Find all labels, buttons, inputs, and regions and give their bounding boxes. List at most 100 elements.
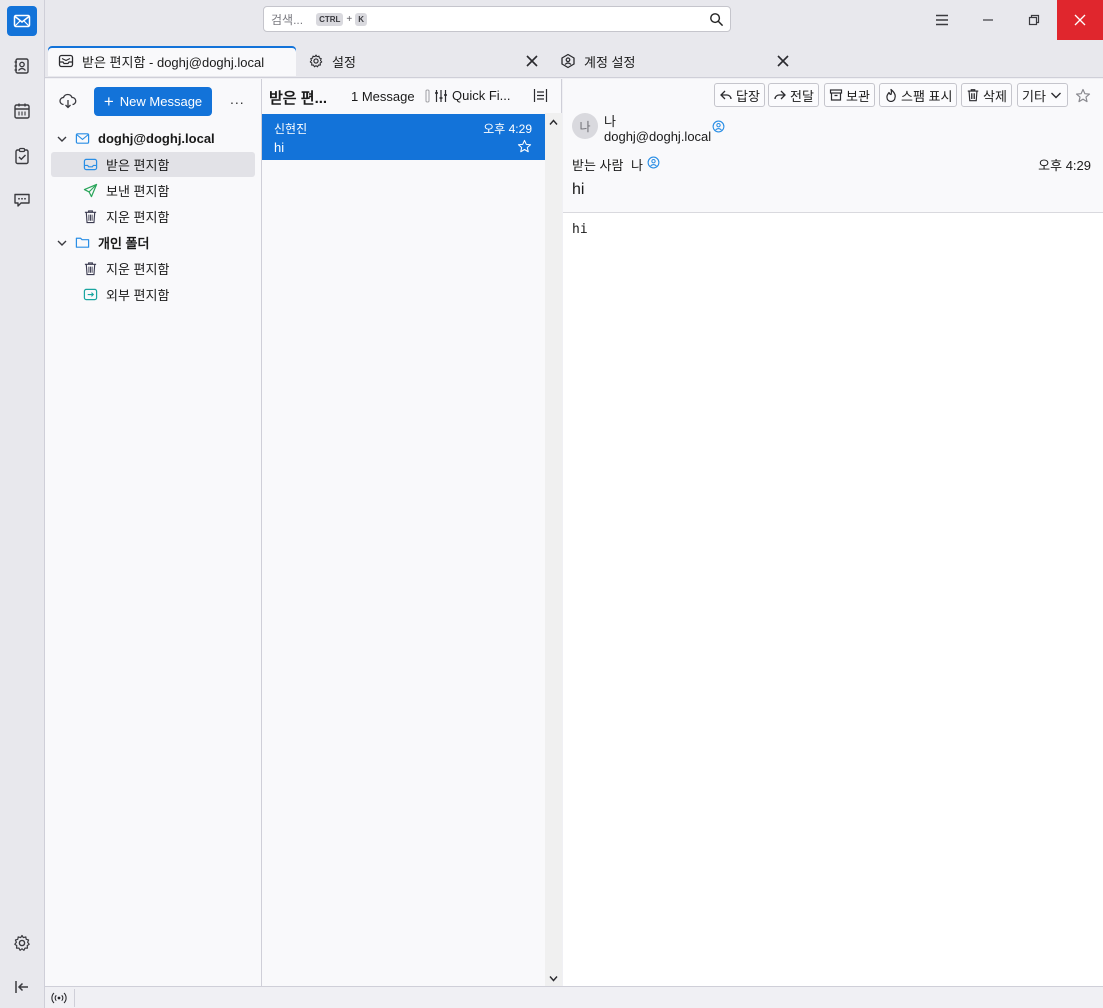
online-status-icon[interactable] (51, 991, 67, 1005)
folder-name: 받은 편... (269, 90, 328, 107)
more-button[interactable]: 기타 (1017, 83, 1068, 107)
address-book-icon[interactable] (7, 51, 37, 81)
k-key: K (355, 12, 368, 26)
message-body: hi (572, 222, 588, 237)
plus-sign: + (346, 13, 353, 25)
trash-icon (84, 210, 97, 224)
scroll-up-icon[interactable] (548, 117, 559, 128)
folder-pane-menu-button[interactable]: ... (230, 91, 245, 107)
folder-label: 지운 편지함 (106, 262, 170, 277)
contact-icon[interactable] (647, 156, 660, 169)
folder-sent[interactable]: 보낸 편지함 (51, 178, 255, 203)
chat-icon[interactable] (7, 185, 37, 215)
new-message-label: New Message (119, 94, 203, 109)
tab-account-settings[interactable]: 계정 설정 (550, 46, 798, 76)
archive-button[interactable]: 보관 (824, 83, 875, 107)
close-button[interactable] (1057, 0, 1103, 40)
quick-filter-button[interactable]: Quick Fi... (425, 88, 511, 103)
close-icon[interactable] (525, 54, 539, 68)
collapse-icon[interactable] (7, 972, 37, 1002)
star-icon[interactable] (1075, 88, 1091, 104)
folder-label: 보낸 편지함 (106, 184, 170, 199)
chevron-down-icon[interactable] (56, 133, 68, 145)
separator-icon (425, 89, 430, 102)
status-bar (45, 986, 1103, 1008)
new-message-button[interactable]: + New Message (94, 87, 212, 116)
thread-pane-header: 받은 편... 1 Message Quick Fi... (262, 79, 562, 113)
reply-label: 답장 (736, 88, 760, 104)
from-email[interactable]: doghj@doghj.local (604, 129, 711, 144)
tab-label: 설정 (332, 54, 356, 70)
tab-label: 계정 설정 (584, 54, 636, 70)
folder-label: 지운 편지함 (106, 210, 170, 225)
plus-icon: + (103, 91, 114, 111)
folder-local-trash[interactable]: 지운 편지함 (51, 256, 255, 281)
to-label: 받는 사람 (572, 158, 624, 173)
avatar: 나 (572, 113, 598, 139)
archive-icon (829, 89, 843, 101)
thread-scrollbar[interactable] (545, 113, 562, 986)
get-messages-icon[interactable] (59, 92, 77, 110)
inbox-icon (83, 158, 98, 171)
spaces-toolbar (0, 0, 45, 1008)
app-menu-button[interactable] (919, 0, 965, 40)
tab-inbox[interactable]: 받은 편지함 - doghj@doghj.local (48, 46, 296, 76)
send-icon (83, 183, 98, 198)
to-value[interactable]: 나 (631, 155, 643, 174)
reply-button[interactable]: 답장 (714, 83, 765, 107)
junk-button[interactable]: 스팸 표시 (879, 83, 958, 107)
gear-icon (309, 54, 323, 68)
folder-pane: + New Message ... doghj@doghj.local 받은 편… (45, 79, 262, 986)
tasks-icon[interactable] (7, 141, 37, 171)
search-placeholder: 검색... (271, 12, 304, 27)
forward-label: 전달 (790, 88, 814, 104)
message-sender: 신현진 (274, 122, 308, 136)
mail-icon[interactable] (7, 6, 37, 36)
quick-filter-label: Quick Fi... (452, 88, 511, 103)
delete-button[interactable]: 삭제 (961, 83, 1012, 107)
calendar-icon[interactable] (7, 96, 37, 126)
gear-icon[interactable] (7, 928, 37, 958)
folder-inbox[interactable]: 받은 편지함 (51, 152, 255, 177)
tab-label: 받은 편지함 - doghj@doghj.local (82, 54, 265, 70)
scroll-down-icon[interactable] (548, 973, 559, 984)
reply-icon (720, 90, 732, 100)
from-name[interactable]: 나 (604, 111, 616, 130)
more-label: 기타 (1022, 88, 1046, 104)
mail-account-icon (75, 133, 90, 144)
search-input[interactable]: 검색... CTRL + K (263, 6, 731, 32)
local-folders-label: 개인 폴더 (98, 236, 150, 251)
filter-icon (435, 89, 447, 102)
contact-icon[interactable] (712, 120, 725, 133)
search-icon[interactable] (709, 12, 724, 27)
message-date: 오후 4:29 (483, 122, 532, 136)
forward-icon (774, 90, 786, 100)
table-row[interactable]: 신현진 오후 4:29 hi (262, 114, 545, 160)
folder-trash[interactable]: 지운 편지함 (51, 204, 255, 229)
trash-icon (967, 89, 979, 102)
message-subject: hi (274, 140, 285, 155)
message-subject: hi (572, 181, 585, 198)
folder-icon (75, 237, 90, 248)
close-icon[interactable] (776, 54, 790, 68)
status-divider (74, 989, 75, 1007)
outbox-icon (83, 288, 98, 301)
minimize-button[interactable] (965, 0, 1011, 40)
star-icon[interactable] (517, 139, 532, 154)
message-header: 답장 전달 보관 스팸 표시 삭제 기타 나 나 doghj@doghj.loc… (563, 79, 1103, 213)
restore-button[interactable] (1011, 0, 1057, 40)
message-count: 1 Message (351, 89, 415, 104)
chevron-down-icon[interactable] (56, 237, 68, 249)
folder-label: 받은 편지함 (106, 158, 170, 173)
local-folders-row[interactable]: 개인 폴더 (51, 230, 255, 255)
folder-outbox[interactable]: 외부 편지함 (51, 282, 255, 307)
forward-button[interactable]: 전달 (768, 83, 819, 107)
display-options-icon[interactable] (533, 88, 548, 103)
account-label: doghj@doghj.local (98, 131, 215, 146)
message-pane: 답장 전달 보관 스팸 표시 삭제 기타 나 나 doghj@doghj.loc… (563, 79, 1103, 986)
tab-settings[interactable]: 설정 (298, 46, 546, 76)
junk-icon (886, 88, 896, 102)
thread-pane: 받은 편... 1 Message Quick Fi... 신현진 오후 4:2… (262, 79, 562, 986)
account-row[interactable]: doghj@doghj.local (51, 126, 255, 151)
inbox-icon (58, 54, 74, 68)
